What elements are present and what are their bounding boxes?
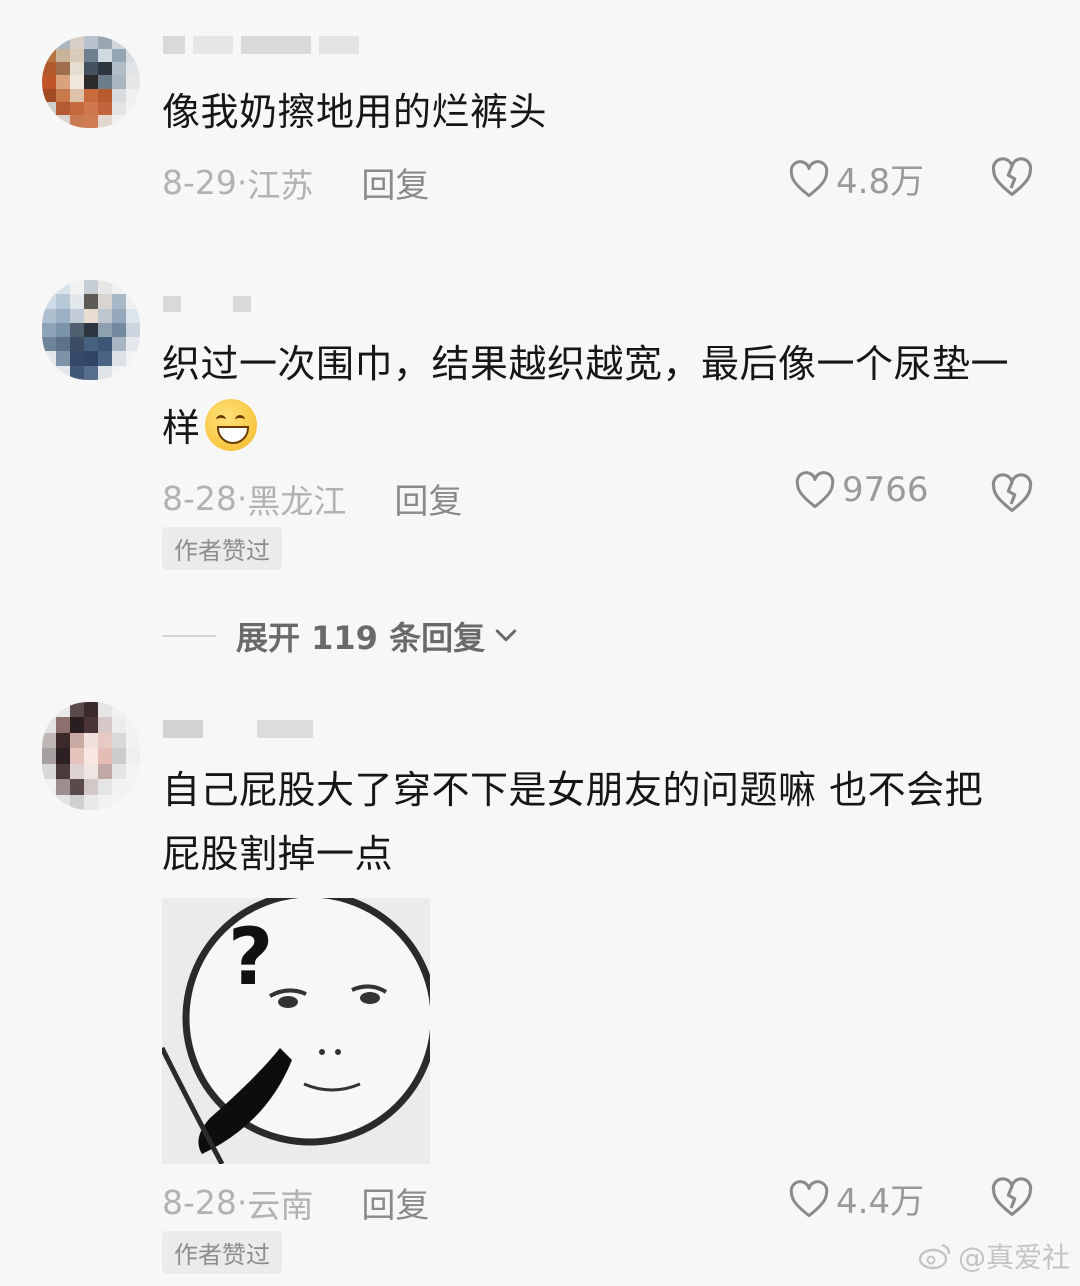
reply-button[interactable]: 回复 xyxy=(361,158,429,207)
reply-button[interactable]: 回复 xyxy=(394,474,462,523)
watermark-text: @真爱社 xyxy=(957,1241,1070,1274)
thinking-face-sticker-icon: ? xyxy=(162,898,430,1164)
meme-sticker-image[interactable]: ? xyxy=(162,898,430,1164)
username-blurred[interactable] xyxy=(163,720,313,742)
broken-heart-icon xyxy=(991,473,1033,512)
comment-text: 自己屁股大了穿不下是女朋友的问题嘛 也不会把屁股割掉一点 xyxy=(162,768,984,876)
avatar[interactable] xyxy=(42,702,140,810)
weibo-logo-icon xyxy=(918,1243,951,1270)
svg-text:?: ? xyxy=(228,913,273,1003)
meta-separator: · xyxy=(236,1183,248,1222)
comment-meta: 8-28 · 黑龙江 回复 xyxy=(162,474,462,523)
comment-location: 云南 xyxy=(247,1185,314,1225)
expand-replies-label: 展开 119 条回复 xyxy=(236,619,486,657)
meta-separator: · xyxy=(236,163,248,202)
like-button[interactable]: 4.4万 xyxy=(788,1174,924,1223)
avatar[interactable] xyxy=(42,36,140,128)
like-button[interactable]: 4.8万 xyxy=(788,154,924,203)
dislike-button[interactable] xyxy=(990,472,1034,518)
dislike-button[interactable] xyxy=(990,156,1034,202)
watermark: @真爱社 xyxy=(918,1236,1070,1276)
comment-meta: 8-29 · 江苏 回复 xyxy=(162,158,429,207)
comment-text: 像我奶擦地用的烂裤头 xyxy=(162,90,548,134)
avatar[interactable] xyxy=(42,280,140,380)
reply-button[interactable]: 回复 xyxy=(361,1178,429,1227)
dislike-button[interactable] xyxy=(990,1176,1034,1222)
comment-date: 8-29 xyxy=(162,163,237,202)
meta-separator: · xyxy=(236,479,248,518)
author-liked-badge: 作者赞过 xyxy=(162,1231,282,1274)
broken-heart-icon xyxy=(991,157,1033,196)
expand-replies-button[interactable]: 展开 119 条回复 xyxy=(162,613,521,659)
comment-date: 8-28 xyxy=(162,479,237,518)
like-button[interactable]: 9766 xyxy=(794,470,929,510)
chevron-down-icon xyxy=(495,629,517,642)
broken-heart-icon xyxy=(991,1177,1033,1216)
comment-date: 8-28 xyxy=(162,1183,237,1222)
comment-text: 织过一次围巾，结果越织越宽，最后像一个尿垫一样 xyxy=(162,332,1042,460)
heart-outline-icon xyxy=(795,471,835,509)
author-liked-badge: 作者赞过 xyxy=(162,527,282,570)
smiling-face-emoji-icon xyxy=(204,399,257,451)
comment-location: 江苏 xyxy=(247,165,314,205)
comment-meta: 8-28 · 云南 回复 xyxy=(162,1178,429,1227)
username-blurred[interactable] xyxy=(163,296,251,318)
like-count: 4.4万 xyxy=(836,1182,925,1222)
heart-outline-icon xyxy=(789,1179,829,1217)
comment-location: 黑龙江 xyxy=(247,481,347,521)
like-count: 9766 xyxy=(842,470,929,510)
comment-text-body: 织过一次围巾，结果越织越宽，最后像一个尿垫一样 xyxy=(162,342,1010,450)
username-blurred[interactable] xyxy=(163,36,359,58)
heart-outline-icon xyxy=(789,159,829,197)
divider-line xyxy=(162,635,216,637)
like-count: 4.8万 xyxy=(836,162,925,202)
